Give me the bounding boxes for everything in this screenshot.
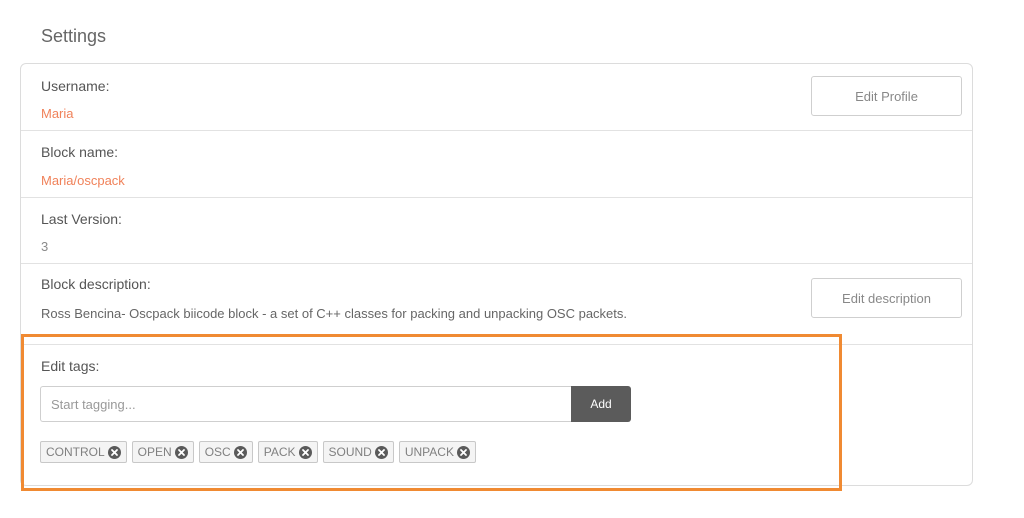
tag-label: OSC [204,445,231,459]
tag-label: OPEN [137,445,172,459]
tag-item: PACK [257,441,318,463]
block-description-value: Ross Bencina- Oscpack biicode block - a … [41,306,628,321]
tag-input[interactable] [40,386,571,422]
tag-item: OPEN [131,441,194,463]
last-version-label: Last Version: [41,211,122,227]
tag-item: UNPACK [398,441,476,463]
tag-label: PACK [263,445,296,459]
settings-page: Settings Username: Maria Edit Profile Bl… [0,0,1024,518]
tags-list: CONTROL OPEN OSC PACK SOUND UNPACK [40,441,476,463]
tag-label: UNPACK [404,445,454,459]
username-value: Maria [41,106,74,121]
block-name-label: Block name: [41,144,119,160]
remove-circle-icon[interactable] [233,445,247,459]
settings-panel: Username: Maria Edit Profile Block name:… [20,63,973,486]
remove-circle-icon[interactable] [107,445,121,459]
remove-circle-icon[interactable] [374,445,388,459]
edit-description-button[interactable]: Edit description [811,278,962,318]
tag-label: SOUND [328,445,372,459]
tag-item: SOUND [322,441,394,463]
last-version-value: 3 [41,239,49,254]
tag-item: CONTROL [40,441,127,463]
username-row: Username: Maria Edit Profile [21,64,972,131]
add-tag-button[interactable]: Add [571,386,631,422]
block-name-row: Block name: Maria/oscpack [21,131,972,198]
block-description-row: Block description: Ross Bencina- Oscpack… [21,264,972,345]
username-label: Username: [41,78,110,94]
remove-circle-icon[interactable] [456,445,470,459]
remove-circle-icon[interactable] [174,445,188,459]
edit-tags-label: Edit tags: [41,358,100,374]
block-description-label: Block description: [41,276,151,292]
edit-profile-button[interactable]: Edit Profile [811,76,962,116]
tag-item: OSC [198,441,253,463]
block-name-value: Maria/oscpack [41,173,125,188]
tag-label: CONTROL [46,445,105,459]
remove-circle-icon[interactable] [298,445,312,459]
last-version-row: Last Version: 3 [21,198,972,264]
page-title: Settings [41,26,107,46]
